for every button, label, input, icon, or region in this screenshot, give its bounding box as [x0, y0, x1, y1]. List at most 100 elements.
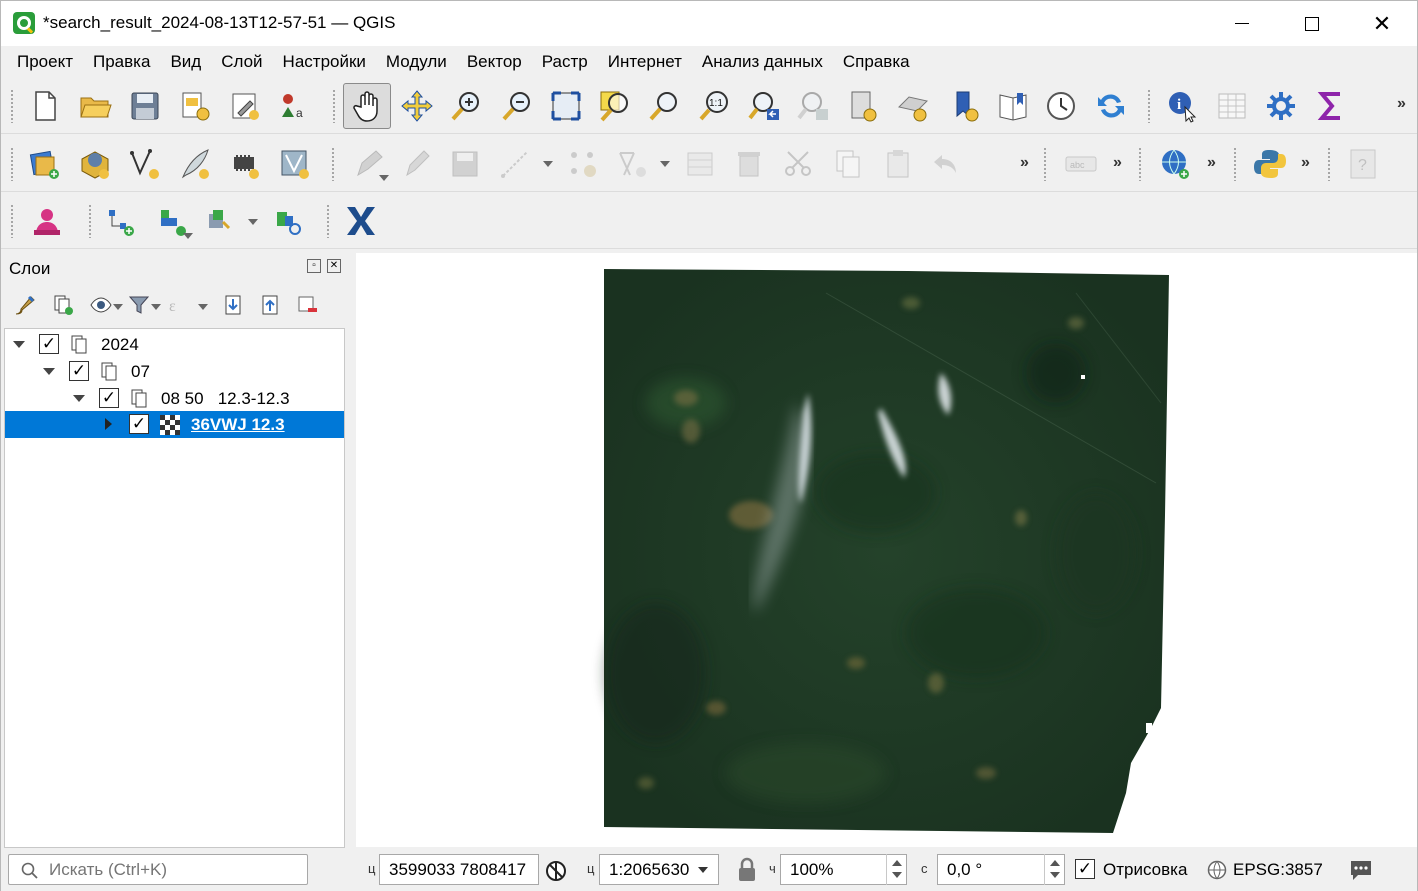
menu-view[interactable]: Вид: [160, 46, 211, 77]
zoom-to-selection-button[interactable]: [593, 84, 637, 128]
toolbar-grip[interactable]: [326, 204, 330, 238]
toolbar-grip[interactable]: [1043, 147, 1047, 181]
new-print-layout-button[interactable]: [173, 84, 217, 128]
toolbar-grip[interactable]: [88, 204, 92, 238]
zoom-to-layer-button[interactable]: [642, 84, 686, 128]
zoom-full-button[interactable]: [544, 84, 588, 128]
expand-all-button[interactable]: [219, 291, 247, 319]
coordinate-field[interactable]: 3599033 7808417: [379, 854, 539, 885]
dropdown-arrow-icon[interactable]: [183, 233, 193, 239]
extents-toggle-icon[interactable]: [544, 859, 568, 883]
layer-visibility-checkbox[interactable]: ✓: [69, 361, 89, 381]
toolbar-grip[interactable]: [1233, 147, 1237, 181]
locator-search-input[interactable]: [49, 859, 299, 880]
zoom-next-button[interactable]: [791, 84, 835, 128]
close-button[interactable]: ✕: [1347, 1, 1417, 46]
crs-globe-icon[interactable]: [1207, 860, 1227, 880]
menu-settings[interactable]: Настройки: [273, 46, 376, 77]
menu-layer[interactable]: Слой: [211, 46, 272, 77]
add-line-feature-button[interactable]: [493, 142, 537, 186]
zoom-last-button[interactable]: [742, 84, 786, 128]
dropdown-arrow-icon[interactable]: [151, 304, 161, 310]
toolbar-grip[interactable]: [10, 89, 14, 123]
new-mesh-layer-button[interactable]: [273, 142, 317, 186]
toolbar-overflow-chevron[interactable]: »: [1301, 154, 1310, 172]
toolbar-overflow-chevron[interactable]: »: [1207, 154, 1216, 172]
menu-web[interactable]: Интернет: [598, 46, 692, 77]
add-wms-layer-button[interactable]: [1153, 142, 1197, 186]
toolbar-grip[interactable]: [331, 147, 335, 181]
filter-legend-button[interactable]: [125, 291, 153, 319]
menu-data-analysis[interactable]: Анализ данных: [692, 46, 833, 77]
locator-search-box[interactable]: [8, 854, 308, 885]
maximize-button[interactable]: [1277, 1, 1347, 46]
new-project-button[interactable]: [23, 84, 67, 128]
toolbar-overflow-chevron[interactable]: »: [1113, 154, 1122, 172]
layer-group-2024[interactable]: ✓ 2024: [5, 331, 344, 358]
label-toolbar-button[interactable]: abc: [1059, 142, 1103, 186]
dropdown-arrow-icon[interactable]: [660, 161, 670, 167]
toolbar-overflow-chevron[interactable]: »: [1020, 154, 1029, 172]
pan-map-button[interactable]: [343, 83, 391, 129]
menu-vector[interactable]: Вектор: [457, 46, 532, 77]
menu-help[interactable]: Справка: [833, 46, 920, 77]
style-manager-button[interactable]: [223, 84, 267, 128]
dropdown-arrow-icon[interactable]: [248, 219, 258, 225]
identify-features-button[interactable]: i: [1160, 84, 1204, 128]
expand-arrow-icon[interactable]: [73, 395, 85, 402]
menu-raster[interactable]: Растр: [532, 46, 598, 77]
toolbar-overflow-chevron[interactable]: »: [1397, 95, 1406, 113]
vertex-tool-button[interactable]: [561, 142, 605, 186]
toggle-editing-button[interactable]: [394, 142, 438, 186]
paste-features-button[interactable]: [876, 142, 920, 186]
panel-splitter[interactable]: [347, 251, 355, 848]
minimize-button[interactable]: [1207, 1, 1277, 46]
layer-visibility-checkbox[interactable]: ✓: [129, 414, 149, 434]
menu-edit[interactable]: Правка: [83, 46, 160, 77]
lock-icon[interactable]: [736, 857, 758, 883]
render-checkbox[interactable]: ✓: [1075, 859, 1095, 879]
layer-raster-36vwj[interactable]: ✓ 36VWJ 12.3: [5, 411, 344, 438]
new-3d-view-button[interactable]: [891, 84, 935, 128]
toolbar-grip[interactable]: [1138, 147, 1142, 181]
toolbar-grip[interactable]: [1327, 147, 1331, 181]
chevron-down-icon[interactable]: [698, 867, 708, 873]
save-project-button[interactable]: [123, 84, 167, 128]
expand-arrow-icon[interactable]: [13, 341, 25, 348]
layer-group-0850[interactable]: ✓ 08 50 12.3-12.3: [5, 385, 344, 412]
rotation-spin-arrows[interactable]: [1044, 854, 1064, 885]
style-manager-2-button[interactable]: a: [271, 84, 315, 128]
data-tools-button[interactable]: [198, 199, 242, 243]
new-bookmark-button[interactable]: [943, 84, 987, 128]
dropdown-arrow-icon[interactable]: [198, 304, 208, 310]
search-layer-button[interactable]: [266, 199, 310, 243]
show-bookmarks-button[interactable]: [991, 84, 1035, 128]
crs-button[interactable]: EPSG:3857: [1233, 860, 1323, 880]
processing-toolbox-button[interactable]: [1259, 84, 1303, 128]
messages-chat-icon[interactable]: [1348, 858, 1374, 882]
cut-features-button[interactable]: [777, 142, 821, 186]
open-project-button[interactable]: [73, 84, 117, 128]
layer-visibility-checkbox[interactable]: ✓: [39, 334, 59, 354]
toolbar-grip[interactable]: [10, 204, 14, 238]
new-temporary-scratch-layer-button[interactable]: [173, 142, 217, 186]
open-layer-styling-button[interactable]: [11, 291, 39, 319]
refresh-button[interactable]: [1089, 84, 1133, 128]
remove-layer-button[interactable]: [293, 291, 321, 319]
delete-selected-button[interactable]: [727, 142, 771, 186]
pan-to-selection-button[interactable]: [395, 84, 439, 128]
data-source-manager-button[interactable]: [23, 142, 67, 186]
expand-arrow-icon[interactable]: [43, 368, 55, 375]
dropdown-arrow-icon[interactable]: [379, 175, 389, 181]
new-map-view-button[interactable]: [841, 84, 885, 128]
open-attribute-table-button[interactable]: [1210, 84, 1254, 128]
menu-plugins[interactable]: Модули: [376, 46, 457, 77]
xplugin-button[interactable]: [339, 199, 383, 243]
toolbar-grip[interactable]: [1147, 89, 1151, 123]
zoom-in-button[interactable]: [444, 84, 488, 128]
menu-project[interactable]: Проект: [7, 46, 83, 77]
layer-group-07[interactable]: ✓ 07: [5, 358, 344, 385]
toolbar-grip[interactable]: [332, 89, 336, 123]
undo-button[interactable]: [925, 142, 969, 186]
statistical-summary-button[interactable]: [1309, 84, 1353, 128]
